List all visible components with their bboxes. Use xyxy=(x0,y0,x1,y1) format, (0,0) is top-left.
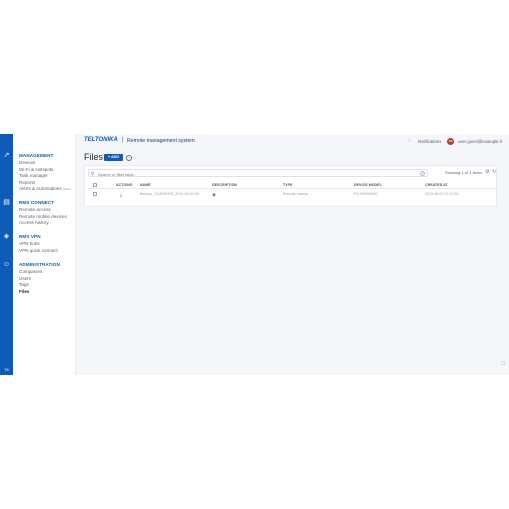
column-type[interactable]: TYPE xyxy=(283,183,293,187)
sidebar-item-companies[interactable]: Companies xyxy=(19,269,42,274)
search-input[interactable] xyxy=(98,171,418,177)
info-icon[interactable]: i xyxy=(126,154,132,161)
gear-icon[interactable]: ⚙ xyxy=(485,169,489,175)
sidebar-item-remote-mobile-devices[interactable]: Remote mobile devices xyxy=(19,214,67,219)
cell-name: Backup_1118099490_2024-06-02-09... xyxy=(140,192,203,196)
sidebar-item-users[interactable]: Users xyxy=(19,276,31,281)
chart-icon[interactable]: ↗ xyxy=(2,151,11,160)
sidebar-item-task-manager[interactable]: Task manager xyxy=(19,173,48,178)
main-content: TELTONIKA | Remote management system ○ N… xyxy=(77,134,509,375)
nav-section-management: MANAGEMENT xyxy=(19,153,54,158)
teltonika-logo[interactable]: TELTONIKA xyxy=(84,137,118,143)
nav-section-rms-connect: RMS CONNECT xyxy=(19,200,55,205)
eye-icon[interactable]: ◉ xyxy=(212,192,216,198)
sidebar-item-access-history[interactable]: Access history xyxy=(19,220,49,225)
column-actions[interactable]: ACTIONS xyxy=(116,183,132,187)
sidebar-item-alerts[interactable]: Alerts & Automations (beta) xyxy=(19,186,71,191)
top-bar: TELTONIKA | Remote management system ○ N… xyxy=(77,134,509,148)
search-icon: ⚲ xyxy=(91,171,95,176)
sidebar-item-files[interactable]: Files xyxy=(19,289,29,294)
nav-section-rms-vpn: RMS VPN xyxy=(19,234,41,239)
sidebar-item-label: Alerts & Automations xyxy=(19,186,62,191)
icon-rail: ↗ ▤ ◈ ☺ 76 xyxy=(0,134,13,375)
search-help-icon[interactable]: ? xyxy=(420,171,425,176)
select-all-checkbox[interactable] xyxy=(93,182,97,187)
table-row[interactable]: ⤓ Backup_1118099490_2024-06-02-09... ◉ R… xyxy=(88,190,495,198)
column-device-model[interactable]: DEVICE MODEL xyxy=(354,183,382,187)
sidebar-item-tags[interactable]: Tags xyxy=(19,282,29,287)
sidebar-item-devices[interactable]: Devices xyxy=(19,160,35,165)
sidebar-item-wifi-hotspots[interactable]: Wi-Fi & Hotspots xyxy=(19,167,53,172)
beta-badge: (beta) xyxy=(62,187,71,191)
search-box: ⚲ ? xyxy=(88,169,428,177)
sidebar-item-reports[interactable]: Reports xyxy=(19,180,35,185)
download-icon[interactable]: ⤓ xyxy=(120,192,122,197)
sidebar-nav: MANAGEMENT Devices Wi-Fi & Hotspots Task… xyxy=(13,134,76,375)
table-header: ACTIONS NAME DESCRIPTION TYPE DEVICE MOD… xyxy=(88,181,495,189)
sidebar-item-vpn-hubs[interactable]: VPN hubs xyxy=(19,241,40,246)
notifications-link[interactable]: Notifications xyxy=(418,139,441,144)
app-title: Remote management system xyxy=(127,137,195,144)
devices-icon[interactable]: ▤ xyxy=(2,198,11,207)
chat-icon[interactable]: ▢ xyxy=(501,360,506,365)
collapse-toggle[interactable]: 76 xyxy=(3,367,10,372)
avatar[interactable]: AB xyxy=(447,137,454,145)
user-menu[interactable]: user.guest@example.lt xyxy=(458,139,502,144)
row-checkbox[interactable] xyxy=(93,192,97,196)
app-window: ↗ ▤ ◈ ☺ 76 MANAGEMENT Devices Wi-Fi & Ho… xyxy=(0,134,509,375)
cell-device-model: RUT00000000 xyxy=(354,192,378,196)
users-icon[interactable]: ☺ xyxy=(2,260,11,269)
column-name[interactable]: NAME xyxy=(140,183,151,187)
page-title: Files xyxy=(84,152,104,162)
sidebar-item-vpn-quick-connect[interactable]: VPN quick connect xyxy=(19,248,58,253)
cell-created-at: 2024-06-02 07:31:33 xyxy=(425,192,459,196)
files-table-card: ⚲ ? Showing 1 of 1 items ⚙ ↻ ACTIONS NAM… xyxy=(84,165,497,207)
add-button[interactable]: + ADD xyxy=(104,154,123,161)
bell-icon[interactable]: ○ xyxy=(408,138,411,144)
sidebar-item-remote-access[interactable]: Remote access xyxy=(19,207,51,212)
shield-icon[interactable]: ◈ xyxy=(2,232,11,241)
column-created-at[interactable]: CREATED AT xyxy=(425,183,448,187)
nav-section-administration: ADMINISTRATION xyxy=(19,262,60,267)
logo-separator: | xyxy=(122,137,124,143)
column-description[interactable]: DESCRIPTION xyxy=(212,183,237,187)
refresh-icon[interactable]: ↻ xyxy=(492,169,496,175)
items-count: Showing 1 of 1 items xyxy=(445,170,483,175)
cell-type: Remote backup xyxy=(283,192,309,196)
